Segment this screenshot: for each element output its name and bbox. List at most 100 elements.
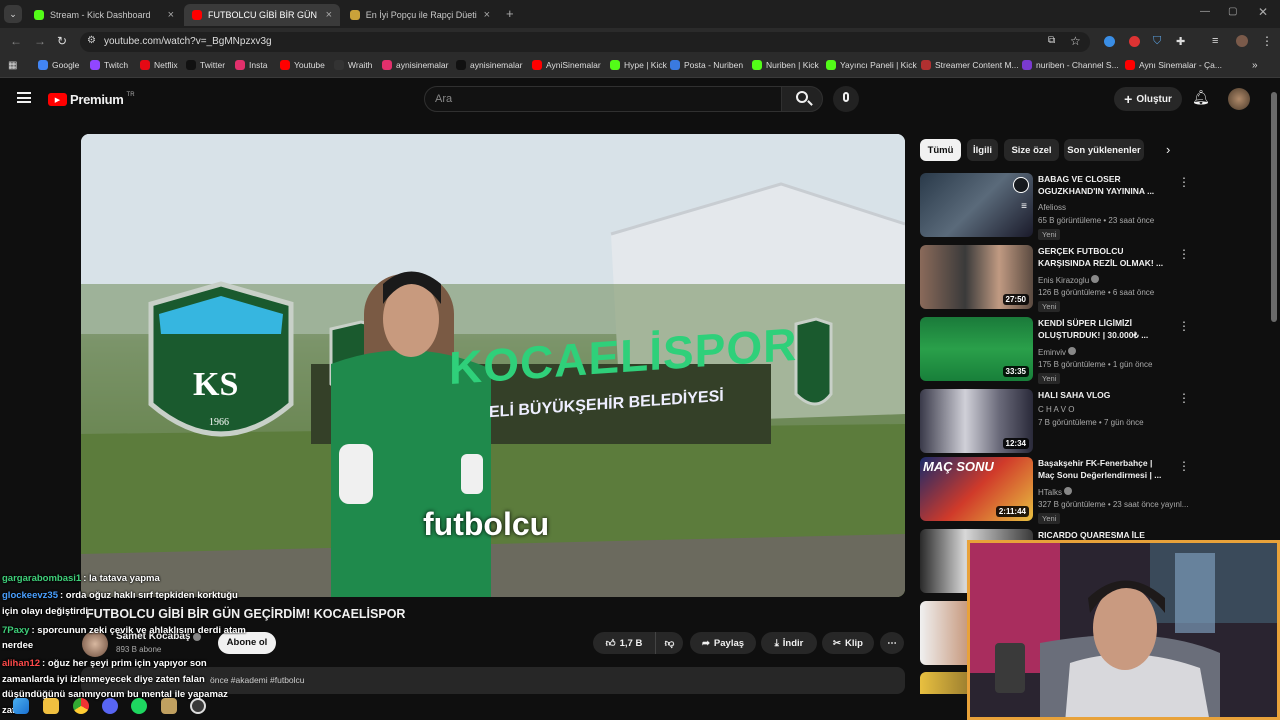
recommendation-item[interactable]: 27:50 GERÇEK FUTBOLCU KARŞISINDA REZİL O… [920, 245, 1260, 312]
chevron-right-icon[interactable]: › [1166, 142, 1170, 157]
app-icon[interactable] [161, 698, 177, 714]
close-icon[interactable]: × [326, 9, 332, 21]
recommendation-title[interactable]: HALI SAHA VLOG [1038, 389, 1168, 401]
video-thumbnail[interactable]: 27:50 [920, 245, 1033, 309]
search-button[interactable] [781, 86, 823, 112]
extensions-puzzle-icon[interactable]: ✚ [1176, 35, 1185, 48]
forward-button[interactable]: → [34, 34, 46, 48]
shield-icon[interactable]: ⛉ [1153, 35, 1161, 48]
profile-avatar[interactable] [1236, 35, 1248, 47]
tab-popcu-rapci[interactable]: En İyi Popçu ile Rapçi Düeti - Tc × [342, 4, 498, 26]
close-icon[interactable]: × [168, 9, 174, 21]
page-scrollbar[interactable] [1271, 92, 1277, 322]
bookmark-item[interactable]: Aynı Sinemalar - Ça... [1125, 60, 1222, 70]
bookmark-item[interactable]: Nuriben | Kick [752, 60, 819, 70]
chip-all[interactable]: Tümü [920, 139, 961, 161]
hamburger-menu-icon[interactable] [17, 92, 31, 103]
recommendation-title[interactable]: Başakşehir FK-Fenerbahçe | Maç Sonu Değe… [1038, 457, 1168, 481]
recommendation-item[interactable]: MAÇ SONU 2:11:44 Başakşehir FK-Fenerbahç… [920, 457, 1260, 524]
reload-button[interactable]: ↻ [57, 34, 67, 48]
bookmark-item[interactable]: Twitter [186, 60, 225, 70]
recommendation-channel[interactable]: Eminviv [1038, 347, 1077, 357]
clip-button[interactable]: ✂ Klip [822, 632, 874, 654]
discord-icon[interactable] [102, 698, 118, 714]
recommendation-item[interactable]: 12:34 HALI SAHA VLOG C H A V O 7 B görün… [920, 389, 1260, 453]
recommendation-meta: 175 B görüntüleme • 1 gün önce [1038, 360, 1153, 369]
search-input[interactable]: Ara [424, 86, 782, 112]
recommendation-channel[interactable]: Enis Kirazoglu [1038, 275, 1100, 285]
new-tab-button[interactable]: + [506, 6, 514, 21]
bookmark-item[interactable]: Streamer Content M... [921, 60, 1019, 70]
site-info-icon[interactable]: ⚙ [87, 35, 96, 46]
tab-youtube-video[interactable]: FUTBOLCU GİBİ BİR GÜN GEÇİR × [184, 4, 340, 26]
bookmark-item[interactable]: Netflix [140, 60, 178, 70]
close-icon[interactable]: × [484, 9, 490, 21]
extension-icon[interactable] [1129, 36, 1140, 47]
account-avatar[interactable] [1228, 88, 1250, 110]
notifications-bell-icon[interactable]: 🔔︎ [1192, 89, 1210, 106]
download-button[interactable]: ⤓ İndir [761, 632, 817, 654]
dislike-button[interactable]: 👎︎ [655, 632, 683, 654]
video-player[interactable]: KS 1966 KOCAELİSPOR ELİ BÜYÜKŞEHİR BELED… [81, 134, 905, 597]
file-explorer-icon[interactable] [43, 698, 59, 714]
recommendation-channel[interactable]: HTalks [1038, 487, 1073, 497]
chip-related[interactable]: İlgili [967, 139, 998, 161]
window-close-button[interactable]: ✕ [1258, 5, 1268, 19]
cast-icon[interactable]: ⧉ [1048, 35, 1055, 46]
watch-later-icon[interactable] [1013, 177, 1029, 193]
more-options-icon[interactable]: ⋮ [1178, 459, 1190, 473]
bookmark-item[interactable]: Hype | Kick [610, 60, 667, 70]
bookmark-item[interactable]: Youtube [280, 60, 325, 70]
tab-search-button[interactable]: ⌄ [4, 5, 22, 23]
more-actions-button[interactable]: ⋯ [880, 632, 904, 654]
back-button[interactable]: ← [10, 34, 22, 48]
recommendation-title[interactable]: KENDİ SÜPER LİGİMİZİ OLUŞTURDUK! | 30.00… [1038, 317, 1168, 341]
add-to-queue-icon[interactable]: ≡ [1021, 201, 1027, 212]
bookmark-item[interactable]: Wraith [334, 60, 372, 70]
bookmark-item[interactable]: Twitch [90, 60, 128, 70]
bookmark-item[interactable]: Yayıncı Paneli | Kick [826, 60, 917, 70]
voice-search-button[interactable] [833, 86, 859, 112]
bookmarks-overflow-icon[interactable]: » [1252, 60, 1258, 71]
bookmark-item[interactable]: Google [38, 60, 79, 70]
address-bar[interactable]: youtube.com/watch?v=_BgMNpzxv3g [80, 32, 1090, 52]
more-options-icon[interactable]: ⋮ [1178, 247, 1190, 261]
create-button[interactable]: + Oluştur [1114, 87, 1182, 111]
bookmark-star-icon[interactable]: ☆ [1070, 34, 1081, 48]
obs-icon[interactable] [190, 698, 206, 714]
like-button[interactable]: 👍︎ 1,7 B [593, 632, 655, 654]
windows-start-icon[interactable] [13, 698, 29, 714]
video-thumbnail[interactable]: 33:35 [920, 317, 1033, 381]
recommendation-item[interactable]: ≡ BABAG VE CLOSER OGUZKHAND'IN YAYININA … [920, 173, 1260, 240]
bookmark-item[interactable]: Posta - Nuriben [670, 60, 743, 70]
share-button[interactable]: ➦ Paylaş [690, 632, 756, 654]
chrome-icon[interactable] [73, 698, 89, 714]
recommendation-channel[interactable]: Afelioss [1038, 203, 1066, 212]
recommendation-title[interactable]: BABAG VE CLOSER OGUZKHAND'IN YAYININA ..… [1038, 173, 1168, 197]
bookmark-item[interactable]: Insta [235, 60, 267, 70]
browser-menu-icon[interactable]: ⋮ [1261, 34, 1273, 48]
bookmark-item[interactable]: aynisinemalar [382, 60, 448, 70]
more-options-icon[interactable]: ⋮ [1178, 319, 1190, 333]
spotify-icon[interactable] [131, 698, 147, 714]
maximize-button[interactable]: ▢ [1228, 6, 1237, 17]
more-options-icon[interactable]: ⋮ [1178, 391, 1190, 405]
bookmark-item[interactable]: aynisinemalar [456, 60, 522, 70]
bookmark-item[interactable]: AyniSinemalar [532, 60, 601, 70]
video-thumbnail[interactable]: ≡ [920, 173, 1033, 237]
tab-kick-dashboard[interactable]: Stream - Kick Dashboard × [26, 4, 182, 26]
chip-for-you[interactable]: Size özel [1004, 139, 1059, 161]
video-thumbnail[interactable]: 12:34 [920, 389, 1033, 453]
extension-icon[interactable] [1104, 36, 1115, 47]
recommendation-channel[interactable]: C H A V O [1038, 405, 1074, 414]
youtube-logo[interactable]: ▶ Premium TR [48, 92, 135, 107]
recommendation-item[interactable]: 33:35 KENDİ SÜPER LİGİMİZİ OLUŞTURDUK! |… [920, 317, 1260, 384]
more-options-icon[interactable]: ⋮ [1178, 175, 1190, 189]
bookmark-item[interactable]: nuriben - Channel S... [1022, 60, 1119, 70]
recommendation-title[interactable]: GERÇEK FUTBOLCU KARŞISINDA REZİL OLMAK! … [1038, 245, 1168, 269]
media-control-icon[interactable]: ≡ [1212, 35, 1218, 47]
apps-grid-icon[interactable]: ▦ [8, 60, 17, 71]
video-thumbnail[interactable]: MAÇ SONU 2:11:44 [920, 457, 1033, 521]
chip-recent[interactable]: Son yüklenenler [1064, 139, 1144, 161]
minimize-button[interactable]: — [1200, 6, 1210, 17]
